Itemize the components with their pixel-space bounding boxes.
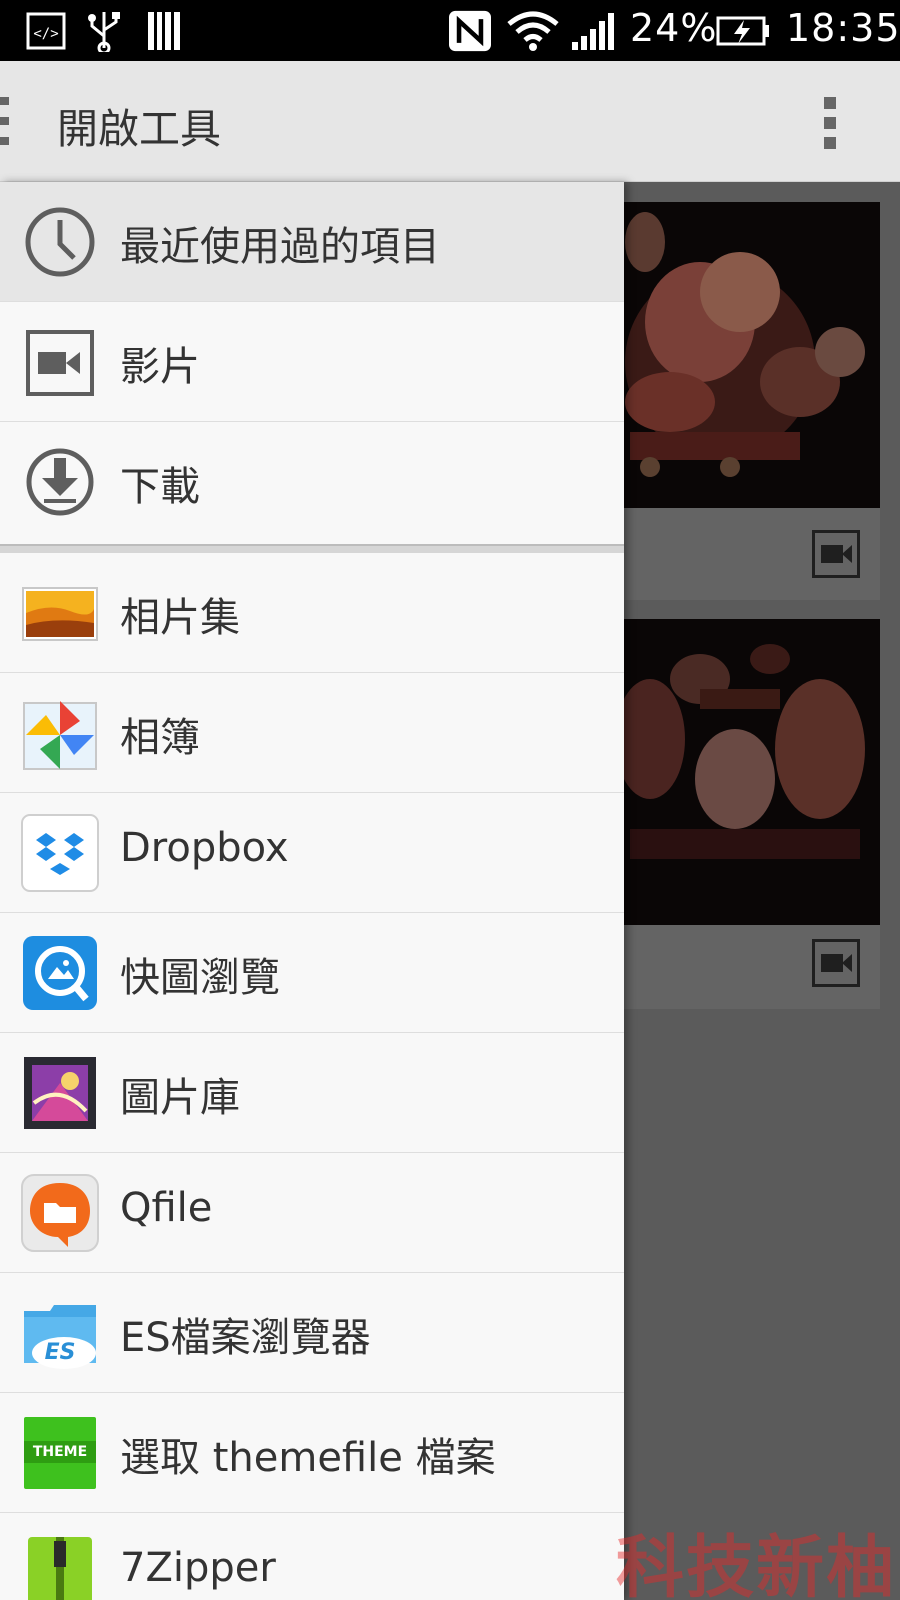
qfile-icon <box>21 1174 99 1252</box>
drawer-indicator-icon[interactable] <box>0 97 10 147</box>
video-icon <box>26 330 94 396</box>
video-icon <box>812 939 860 987</box>
drawer-item-label: Dropbox <box>120 825 289 871</box>
action-bar: 開啟工具 <box>0 61 900 182</box>
drawer-item-dropbox[interactable]: Dropbox <box>0 793 624 913</box>
wifi-icon <box>507 11 559 51</box>
gallery-landscape-icon <box>22 587 98 641</box>
video-card[interactable] <box>610 619 880 1009</box>
download-icon <box>26 448 94 516</box>
status-bar: </> 24% 18:35 <box>0 0 900 61</box>
drawer-item-downloads[interactable]: 下載 <box>0 422 624 542</box>
video-icon <box>812 530 860 578</box>
clock-time: 18:35 <box>786 6 900 50</box>
dev-mode-icon: </> <box>26 12 66 50</box>
watermark: 科技新柚 <box>616 1528 897 1600</box>
drawer-item-gallery[interactable]: 相片集 <box>0 553 624 673</box>
es-file-explorer-icon: ES <box>24 1305 96 1369</box>
svg-text:ES: ES <box>45 1340 76 1365</box>
clock-icon <box>25 207 95 277</box>
drawer-item-label: 相片集 <box>120 595 240 641</box>
drawer-item-es-file-explorer[interactable]: ES ES檔案瀏覽器 <box>0 1273 624 1393</box>
theme-icon-text: THEME <box>24 1441 96 1463</box>
nfc-icon <box>449 10 491 52</box>
video-thumbnail <box>610 619 880 925</box>
drawer-item-label: 影片 <box>120 344 200 390</box>
video-thumbnail <box>610 202 880 508</box>
battery-charging-icon <box>716 16 769 46</box>
picture-library-icon <box>24 1057 96 1129</box>
photos-pinwheel-icon <box>23 701 97 770</box>
drawer-item-label: 相簿 <box>120 715 200 761</box>
drawer-item-label: 快圖瀏覽 <box>120 955 280 1001</box>
quickpic-icon <box>23 936 97 1010</box>
video-card[interactable] <box>610 202 880 600</box>
barcode-icon <box>148 12 180 50</box>
dropbox-icon <box>21 814 99 892</box>
usb-icon <box>88 12 120 52</box>
signal-icon <box>572 13 614 50</box>
drawer-divider <box>0 544 624 553</box>
drawer-item-7zipper[interactable]: 7Zipper <box>0 1513 624 1600</box>
theme-icon: THEME <box>24 1417 96 1489</box>
drawer-item-quickpic[interactable]: 快圖瀏覽 <box>0 913 624 1033</box>
page-title: 開啟工具 <box>57 105 221 153</box>
drawer-item-label: 選取 themefile 檔案 <box>120 1435 496 1481</box>
svg-text:</>: </> <box>33 26 58 42</box>
drawer-item-label: 最近使用過的項目 <box>120 224 440 270</box>
drawer-item-qfile[interactable]: Qfile <box>0 1153 624 1273</box>
drawer-item-label: 下載 <box>120 464 200 510</box>
overflow-menu-icon[interactable] <box>822 97 838 149</box>
drawer-item-label: ES檔案瀏覽器 <box>120 1315 371 1361</box>
open-from-drawer: 最近使用過的項目 影片 下載 相片集 相簿 Dropbox 快圖瀏覽 圖片庫 Q… <box>0 182 624 1600</box>
drawer-item-label: Qfile <box>120 1185 213 1231</box>
drawer-item-label: 7Zipper <box>120 1545 276 1591</box>
zipper-icon <box>28 1537 92 1600</box>
drawer-item-videos[interactable]: 影片 <box>0 302 624 422</box>
drawer-item-picture-library[interactable]: 圖片庫 <box>0 1033 624 1153</box>
battery-percent: 24% <box>630 6 718 50</box>
drawer-item-label: 圖片庫 <box>120 1075 240 1121</box>
drawer-item-photos[interactable]: 相簿 <box>0 673 624 793</box>
drawer-item-recent[interactable]: 最近使用過的項目 <box>0 182 624 302</box>
drawer-item-themefile[interactable]: THEME 選取 themefile 檔案 <box>0 1393 624 1513</box>
